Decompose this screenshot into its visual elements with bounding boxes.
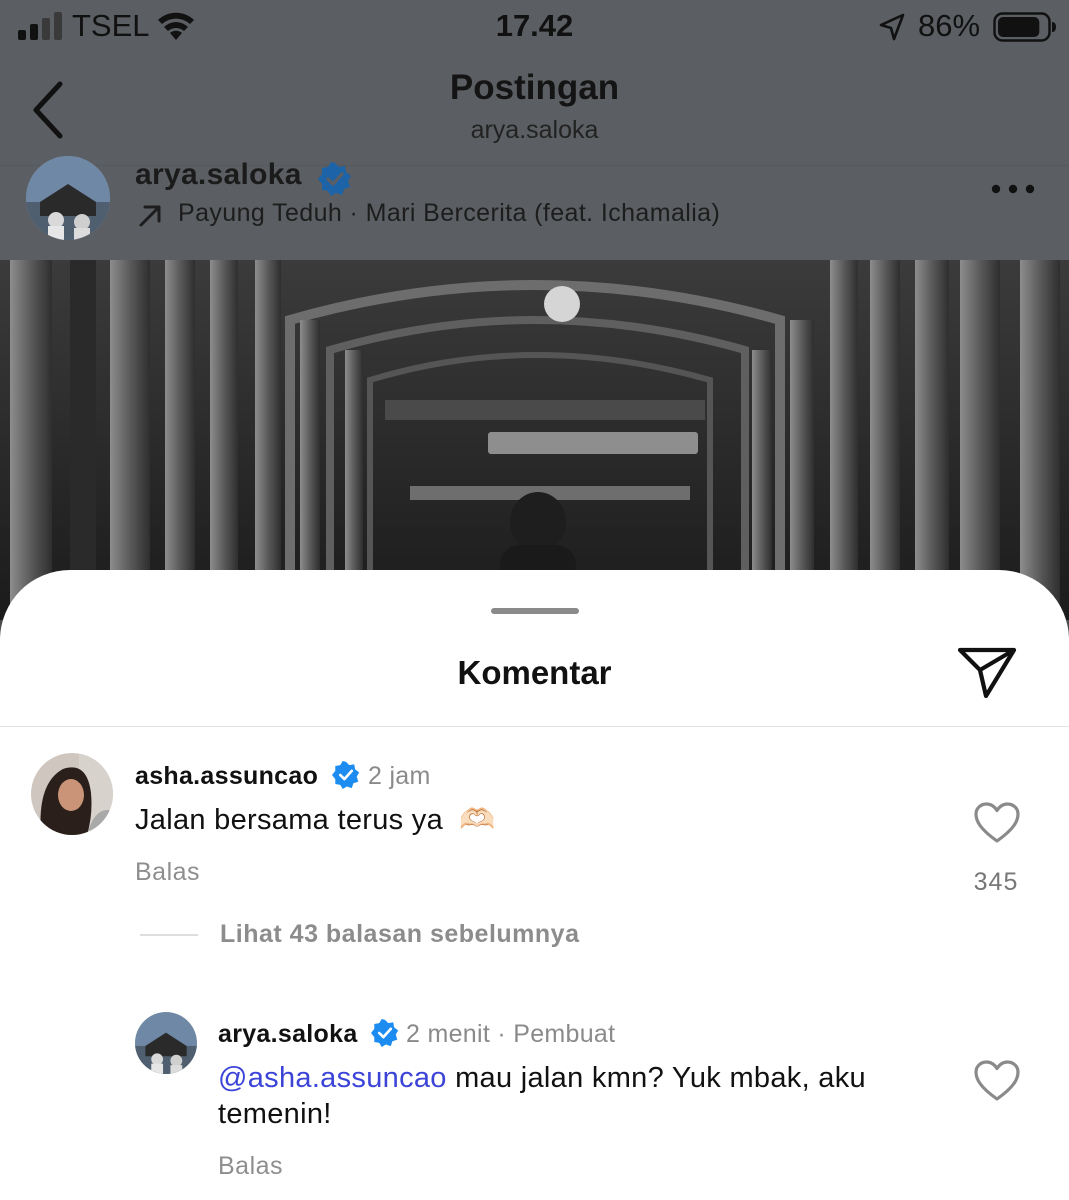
reply-text-line2: temenin! [218, 1098, 332, 1130]
replies-connector-line [140, 934, 198, 936]
post-author-username[interactable]: arya.saloka [135, 158, 302, 192]
view-previous-replies-button[interactable]: Lihat 43 balasan sebelumnya [220, 920, 579, 949]
battery-percentage: 86% [918, 8, 981, 43]
battery-icon [993, 12, 1056, 42]
top-navigation-bar: Postingan arya.saloka [0, 56, 1069, 166]
reply-author-avatar[interactable] [135, 1012, 197, 1074]
post-music-label[interactable]: Payung Teduh · Mari Bercerita (feat. Ich… [178, 199, 720, 228]
post-header: arya.saloka Payung Teduh · Mari Bercerit… [0, 156, 1069, 260]
comment-author-avatar[interactable] [31, 753, 113, 835]
comment-text: Jalan bersama terus ya 🫶🏻 [135, 802, 496, 838]
sheet-drag-handle[interactable] [491, 608, 579, 614]
reply-timestamp: 2 menit · Pembuat [406, 1020, 615, 1049]
page-subtitle: arya.saloka [470, 116, 599, 144]
heart-icon[interactable] [974, 1060, 1020, 1102]
comments-sheet: Komentar asha.assuncao 2 jam Jalan bersa… [0, 570, 1069, 1200]
verified-badge-icon [318, 162, 351, 196]
send-icon[interactable] [956, 644, 1018, 700]
heart-icon[interactable] [974, 802, 1020, 844]
mention-link[interactable]: @asha.assuncao [218, 1062, 447, 1094]
arrow-up-right-icon [139, 205, 161, 227]
sheet-title: Komentar [457, 654, 612, 691]
post-photo[interactable] [0, 260, 1069, 620]
more-horizontal-icon[interactable] [990, 182, 1036, 196]
page-title: Postingan [449, 68, 620, 107]
like-count: 345 [973, 868, 1019, 896]
reply-text: @asha.assuncao mau jalan kmn? Yuk mbak, … [218, 1060, 938, 1132]
comment-timestamp: 2 jam [368, 762, 431, 790]
clock-time: 17.42 [495, 8, 574, 43]
location-arrow-icon [879, 13, 905, 41]
reply-button[interactable]: Balas [218, 1152, 283, 1181]
verified-badge-icon [371, 1019, 399, 1047]
reply-button[interactable]: Balas [135, 858, 200, 887]
verified-badge-icon [332, 761, 360, 789]
reply-username[interactable]: arya.saloka [218, 1020, 358, 1049]
comment-text-content: Jalan bersama terus ya [135, 804, 444, 836]
heart-hands-emoji: 🫶🏻 [459, 804, 496, 836]
reply-text-line1: mau jalan kmn? Yuk mbak, aku [446, 1062, 866, 1094]
post-author-avatar[interactable] [26, 156, 110, 240]
reply-time: 2 menit [406, 1020, 491, 1048]
sheet-divider [0, 726, 1069, 727]
status-bar: TSEL 17.42 86% [0, 0, 1069, 56]
comment-username[interactable]: asha.assuncao [135, 762, 318, 791]
author-tag: · Pembuat [497, 1020, 616, 1048]
